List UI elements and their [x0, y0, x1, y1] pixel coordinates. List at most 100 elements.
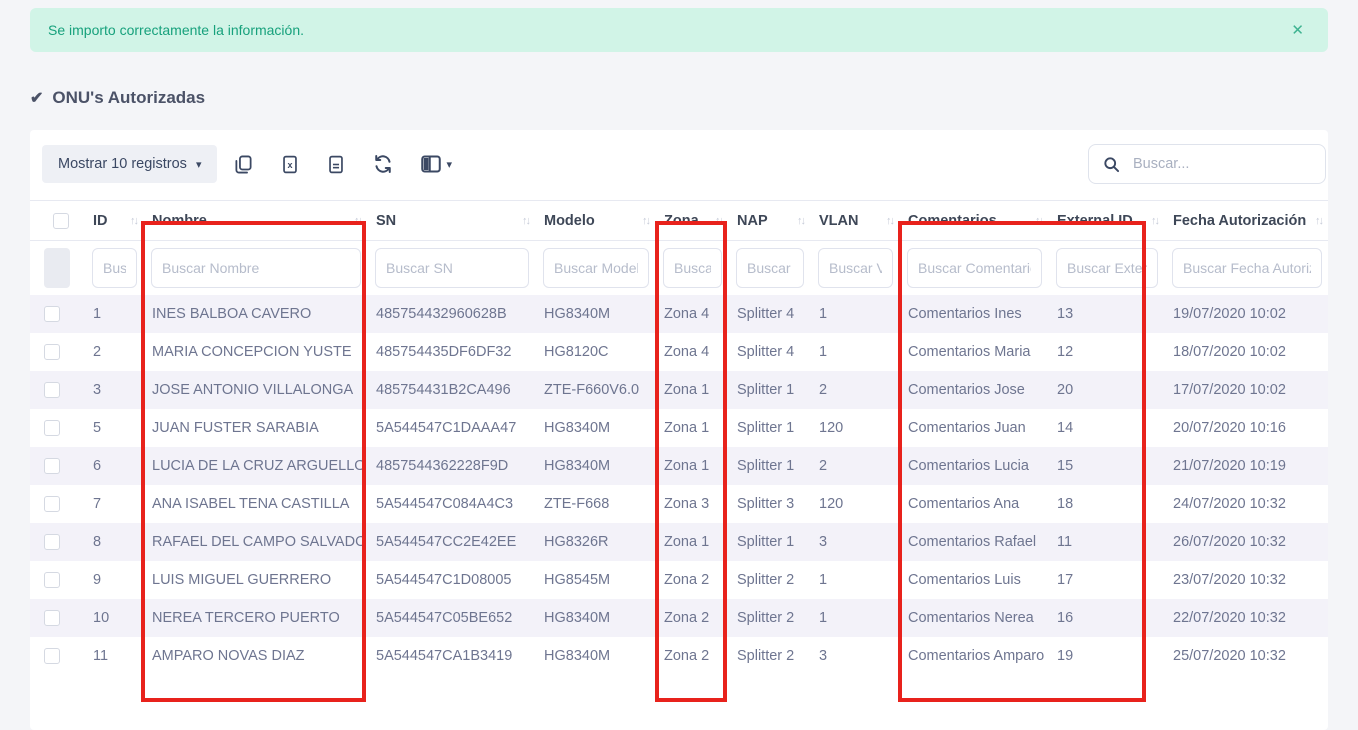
- cell-modelo: HG8340M: [535, 295, 655, 333]
- cell-nap: Splitter 2: [728, 561, 810, 599]
- search-input[interactable]: [1131, 155, 1311, 173]
- filter-input-modelo[interactable]: [543, 248, 649, 288]
- table-row: 3JOSE ANTONIO VILLALONGA485754431B2CA496…: [30, 371, 1328, 409]
- cell-external-id: 17: [1048, 561, 1164, 599]
- table-row: 6LUCIA DE LA CRUZ ARGUELLO4857544362228F…: [30, 447, 1328, 485]
- row-checkbox[interactable]: [44, 306, 60, 322]
- col-header-zona[interactable]: Zona↑↓: [655, 201, 728, 241]
- filter-input-nap[interactable]: [736, 248, 804, 288]
- cell-nap: Splitter 1: [728, 523, 810, 561]
- table-row: 8RAFAEL DEL CAMPO SALVADO5A544547CC2E42E…: [30, 523, 1328, 561]
- row-checkbox[interactable]: [44, 610, 60, 626]
- row-checkbox[interactable]: [44, 458, 60, 474]
- cell-comentarios: Comentarios Ines: [899, 295, 1048, 333]
- cell-id: 10: [84, 599, 143, 637]
- filter-input-sn[interactable]: [375, 248, 529, 288]
- cell-zona: Zona 2: [655, 561, 728, 599]
- cell-nap: Splitter 2: [728, 599, 810, 637]
- sort-icon: ↑↓: [354, 215, 361, 227]
- table-row: 1INES BALBOA CAVERO485754432960628BHG834…: [30, 295, 1328, 333]
- copy-button[interactable]: [223, 149, 264, 180]
- cell-zona: Zona 2: [655, 599, 728, 637]
- filter-input-vlan[interactable]: [818, 248, 893, 288]
- columns-visibility-button[interactable]: ▾: [410, 149, 463, 179]
- cell-comentarios: Comentarios Lucia: [899, 447, 1048, 485]
- cell-zona: Zona 1: [655, 371, 728, 409]
- row-checkbox[interactable]: [44, 648, 60, 664]
- cell-sn: 5A544547C05BE652: [367, 599, 535, 637]
- filter-input-nombre[interactable]: [151, 248, 361, 288]
- sort-icon: ↑↓: [642, 215, 649, 227]
- cell-nap: Splitter 2: [728, 637, 810, 675]
- row-checkbox[interactable]: [44, 420, 60, 436]
- cell-nap: Splitter 1: [728, 371, 810, 409]
- close-icon[interactable]: ✕: [1285, 17, 1310, 43]
- cell-external-id: 15: [1048, 447, 1164, 485]
- filter-input-zona[interactable]: [663, 248, 722, 288]
- select-all-checkbox[interactable]: [53, 213, 69, 229]
- cell-zona: Zona 2: [655, 637, 728, 675]
- table-row: 11AMPARO NOVAS DIAZ5A544547CA1B3419HG834…: [30, 637, 1328, 675]
- cell-modelo: HG8340M: [535, 447, 655, 485]
- excel-export-button[interactable]: x: [270, 149, 310, 180]
- cell-zona: Zona 1: [655, 523, 728, 561]
- filter-input-external-id[interactable]: [1056, 248, 1158, 288]
- cell-id: 7: [84, 485, 143, 523]
- row-checkbox[interactable]: [44, 572, 60, 588]
- row-checkbox[interactable]: [44, 344, 60, 360]
- file-export-button[interactable]: [316, 149, 356, 180]
- cell-external-id: 13: [1048, 295, 1164, 333]
- col-header-fecha-autorizacion[interactable]: Fecha Autorización↑↓: [1164, 201, 1328, 241]
- cell-modelo: HG8340M: [535, 637, 655, 675]
- filter-input-comentarios[interactable]: [907, 248, 1042, 288]
- cell-id: 1: [84, 295, 143, 333]
- refresh-button[interactable]: [362, 148, 404, 180]
- cell-external-id: 12: [1048, 333, 1164, 371]
- col-header-vlan[interactable]: VLAN↑↓: [810, 201, 899, 241]
- col-header-id[interactable]: ID↑↓: [84, 201, 143, 241]
- col-header-nombre[interactable]: Nombre↑↓: [143, 201, 367, 241]
- show-entries-dropdown[interactable]: Mostrar 10 registros ▾: [42, 145, 217, 183]
- cell-external-id: 16: [1048, 599, 1164, 637]
- sort-icon: ↑↓: [886, 215, 893, 227]
- col-header-external-id[interactable]: External ID↑↓: [1048, 201, 1164, 241]
- excel-export-icon: x: [281, 155, 299, 174]
- cell-fecha-autorizacion: 17/07/2020 10:02: [1164, 371, 1328, 409]
- cell-comentarios: Comentarios Ana: [899, 485, 1048, 523]
- cell-fecha-autorizacion: 23/07/2020 10:32: [1164, 561, 1328, 599]
- cell-modelo: HG8340M: [535, 409, 655, 447]
- copy-icon: [234, 155, 253, 174]
- cell-fecha-autorizacion: 26/07/2020 10:32: [1164, 523, 1328, 561]
- cell-vlan: 1: [810, 333, 899, 371]
- page-title: ✔ ONU's Autorizadas: [30, 88, 1328, 108]
- col-header-comentarios[interactable]: Comentarios↑↓: [899, 201, 1048, 241]
- cell-fecha-autorizacion: 25/07/2020 10:32: [1164, 637, 1328, 675]
- alert-message: Se importo correctamente la información.: [48, 22, 304, 38]
- filter-input-id[interactable]: [92, 248, 137, 288]
- cell-zona: Zona 4: [655, 295, 728, 333]
- cell-nap: Splitter 1: [728, 447, 810, 485]
- cell-comentarios: Comentarios Nerea: [899, 599, 1048, 637]
- search-icon: [1103, 156, 1120, 173]
- filter-row: [30, 241, 1328, 296]
- cell-modelo: HG8120C: [535, 333, 655, 371]
- row-checkbox[interactable]: [44, 496, 60, 512]
- cell-fecha-autorizacion: 24/07/2020 10:32: [1164, 485, 1328, 523]
- filter-input-fecha-autorizacion[interactable]: [1172, 248, 1322, 288]
- file-export-icon: [327, 155, 345, 174]
- refresh-icon: [373, 154, 393, 174]
- cell-fecha-autorizacion: 22/07/2020 10:32: [1164, 599, 1328, 637]
- row-checkbox[interactable]: [44, 534, 60, 550]
- col-header-modelo[interactable]: Modelo↑↓: [535, 201, 655, 241]
- col-header-nap[interactable]: NAP↑↓: [728, 201, 810, 241]
- cell-modelo: ZTE-F660V6.0: [535, 371, 655, 409]
- table-card: Mostrar 10 registros ▾ x: [30, 130, 1328, 730]
- cell-id: 9: [84, 561, 143, 599]
- cell-comentarios: Comentarios Amparo: [899, 637, 1048, 675]
- cell-sn: 485754435DF6DF32: [367, 333, 535, 371]
- cell-nap: Splitter 4: [728, 333, 810, 371]
- row-checkbox[interactable]: [44, 382, 60, 398]
- table-row: 7ANA ISABEL TENA CASTILLA5A544547C084A4C…: [30, 485, 1328, 523]
- cell-nombre: NEREA TERCERO PUERTO: [143, 599, 367, 637]
- col-header-sn[interactable]: SN↑↓: [367, 201, 535, 241]
